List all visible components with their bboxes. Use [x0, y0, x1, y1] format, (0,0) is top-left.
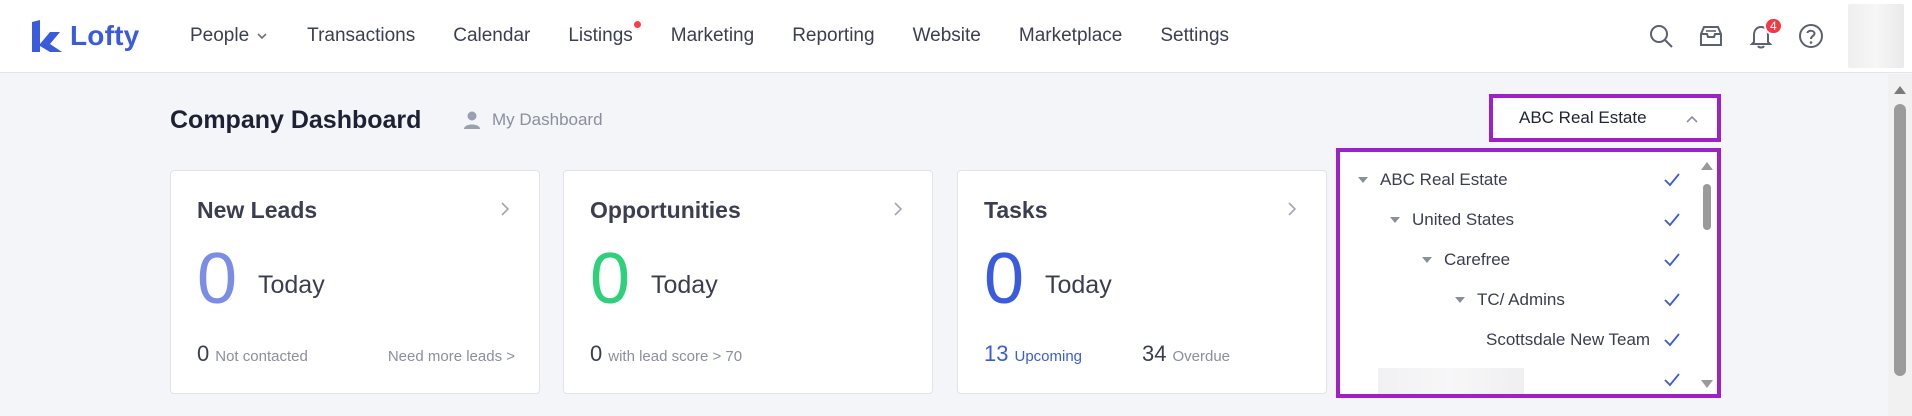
inbox-button[interactable] — [1686, 11, 1736, 61]
chevron-up-icon — [1686, 115, 1698, 123]
card-title: Opportunities — [590, 197, 741, 223]
main-nav: People Transactions Calendar Listings Ma… — [190, 0, 1267, 72]
nav-marketplace[interactable]: Marketplace — [1019, 25, 1123, 47]
page-scrollbar[interactable] — [1888, 74, 1912, 416]
listings-notification-dot — [633, 21, 641, 28]
caret-down-icon[interactable] — [1358, 175, 1368, 185]
scroll-down-arrow-icon[interactable] — [1701, 380, 1713, 390]
nav-listings[interactable]: Listings — [568, 21, 641, 47]
not-contacted-stat[interactable]: 0 Not contacted — [197, 341, 308, 367]
opportunities-card[interactable]: Opportunities 0 Today 0 with lead score … — [563, 170, 933, 394]
my-dashboard-link[interactable]: My Dashboard — [462, 110, 603, 130]
tree-item-label: Scottsdale New Team — [1486, 330, 1651, 349]
nav-transactions-label: Transactions — [307, 25, 416, 46]
period-label: Today — [258, 271, 325, 299]
user-icon — [464, 111, 480, 129]
nav-marketing-label: Marketing — [670, 25, 755, 46]
notifications-button[interactable]: 4 — [1736, 11, 1786, 61]
dropdown-scroll-thumb[interactable] — [1703, 184, 1711, 230]
chevron-right-icon[interactable] — [890, 201, 906, 217]
chevron-down-icon — [257, 33, 267, 40]
period-label: Today — [1045, 271, 1112, 299]
nav-marketplace-label: Marketplace — [1018, 25, 1123, 46]
card-title: New Leads — [197, 197, 318, 223]
opportunities-count: 0 — [590, 239, 631, 319]
new-leads-card[interactable]: New Leads 0 Today 0 Not contacted Need m… — [170, 170, 540, 394]
page-scroll-thumb[interactable] — [1894, 104, 1906, 376]
tree-item[interactable]: Scottsdale New Team — [1486, 320, 1650, 360]
tasks-card[interactable]: Tasks 0 Today 13 Upcoming 34 Overdue — [957, 170, 1327, 394]
lead-score-label: with lead score > 70 — [608, 348, 743, 365]
company-tree-dropdown: ABC Real Estate United States Carefree T… — [1336, 148, 1721, 398]
nav-calendar-label: Calendar — [453, 25, 531, 46]
tree-item[interactable]: United States — [1390, 200, 1514, 240]
notification-count-badge: 4 — [1764, 17, 1783, 35]
nav-settings[interactable]: Settings — [1160, 25, 1229, 47]
tree-item[interactable]: ABC Real Estate — [1358, 160, 1508, 200]
overdue-count: 34 — [1142, 341, 1167, 366]
not-contacted-count: 0 — [197, 341, 210, 366]
lead-score-stat[interactable]: 0 with lead score > 70 — [590, 341, 742, 367]
brand-name: Lofty — [70, 20, 140, 51]
nav-transactions[interactable]: Transactions — [307, 25, 415, 47]
nav-website-label: Website — [912, 25, 981, 46]
scroll-up-arrow-icon[interactable] — [1701, 160, 1713, 170]
check-icon[interactable] — [1663, 331, 1681, 349]
scroll-up-arrow-icon[interactable] — [1894, 84, 1906, 94]
lofty-logo[interactable]: Lofty — [30, 18, 139, 54]
inbox-icon — [1700, 26, 1722, 46]
user-avatar[interactable] — [1848, 4, 1904, 68]
check-icon[interactable] — [1663, 251, 1681, 269]
upcoming-label: Upcoming — [1014, 348, 1083, 365]
check-icon[interactable] — [1663, 211, 1681, 229]
tree-item[interactable]: TC/ Admins — [1455, 280, 1565, 320]
tree-item-label: TC/ Admins — [1477, 290, 1565, 309]
help-icon — [1799, 24, 1823, 48]
dropdown-scrollbar[interactable] — [1697, 152, 1717, 394]
check-icon[interactable] — [1663, 371, 1681, 389]
top-navigation-bar: Lofty People Transactions Calendar Listi… — [0, 0, 1912, 73]
caret-down-icon[interactable] — [1390, 215, 1400, 225]
nav-settings-label: Settings — [1160, 25, 1230, 46]
overdue-stat[interactable]: 34 Overdue — [1142, 341, 1230, 367]
tree-item-label: Carefree — [1444, 250, 1511, 269]
upcoming-stat[interactable]: 13 Upcoming — [984, 341, 1082, 367]
overdue-label: Overdue — [1172, 348, 1231, 365]
tree-item-label: ABC Real Estate — [1380, 170, 1508, 189]
card-title: Tasks — [984, 197, 1048, 223]
search-button[interactable] — [1636, 11, 1686, 61]
tree-item[interactable]: Carefree — [1422, 240, 1510, 280]
redacted-tree-item[interactable] — [1378, 368, 1524, 394]
header-actions: 4 — [1636, 0, 1912, 72]
nav-calendar[interactable]: Calendar — [453, 25, 530, 47]
tree-item-label: United States — [1412, 210, 1515, 229]
company-select-value: ABC Real Estate — [1519, 108, 1647, 127]
help-button[interactable] — [1786, 11, 1836, 61]
caret-down-icon[interactable] — [1422, 255, 1432, 265]
nav-people[interactable]: People — [190, 25, 269, 47]
period-label: Today — [651, 271, 718, 299]
search-icon — [1650, 25, 1673, 48]
tasks-count: 0 — [984, 239, 1025, 319]
company-select[interactable]: ABC Real Estate — [1489, 94, 1721, 142]
not-contacted-label: Not contacted — [215, 348, 308, 365]
check-icon[interactable] — [1663, 291, 1681, 309]
check-icon[interactable] — [1663, 171, 1681, 189]
need-more-leads-link[interactable]: Need more leads > — [388, 348, 515, 365]
nav-listings-label: Listings — [568, 25, 633, 46]
nav-reporting[interactable]: Reporting — [792, 25, 874, 47]
new-leads-count: 0 — [197, 239, 238, 319]
chevron-right-icon[interactable] — [497, 201, 513, 217]
lofty-logo-icon — [32, 20, 62, 52]
caret-down-icon[interactable] — [1455, 295, 1465, 305]
upcoming-count: 13 — [984, 341, 1009, 366]
nav-marketing[interactable]: Marketing — [671, 25, 754, 47]
nav-website[interactable]: Website — [913, 25, 981, 47]
nav-reporting-label: Reporting — [792, 25, 875, 46]
my-dashboard-label: My Dashboard — [492, 110, 603, 129]
lead-score-count: 0 — [590, 341, 603, 366]
nav-people-label: People — [190, 25, 250, 46]
page-title: Company Dashboard — [170, 106, 422, 134]
chevron-right-icon[interactable] — [1284, 201, 1300, 217]
